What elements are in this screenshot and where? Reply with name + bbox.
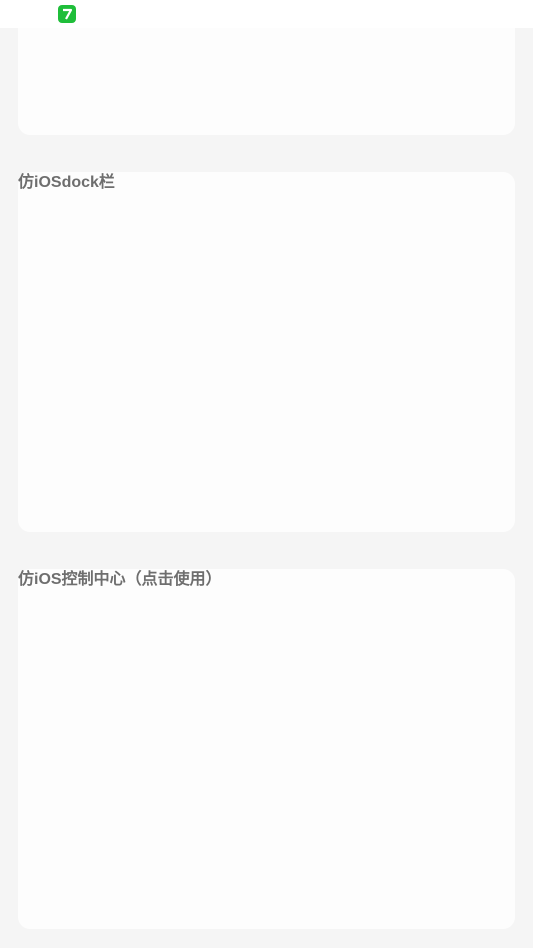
status-bar xyxy=(0,0,533,28)
control-center-section-title[interactable]: 仿iOS控制中心（点击使用） xyxy=(18,569,222,591)
dock-section-title: 仿iOSdock栏 xyxy=(18,174,115,191)
seven-glyph-icon xyxy=(63,8,73,20)
app-notification-icon xyxy=(58,5,76,23)
control-center-card[interactable] xyxy=(18,569,515,929)
dock-preview-card[interactable] xyxy=(18,172,515,532)
